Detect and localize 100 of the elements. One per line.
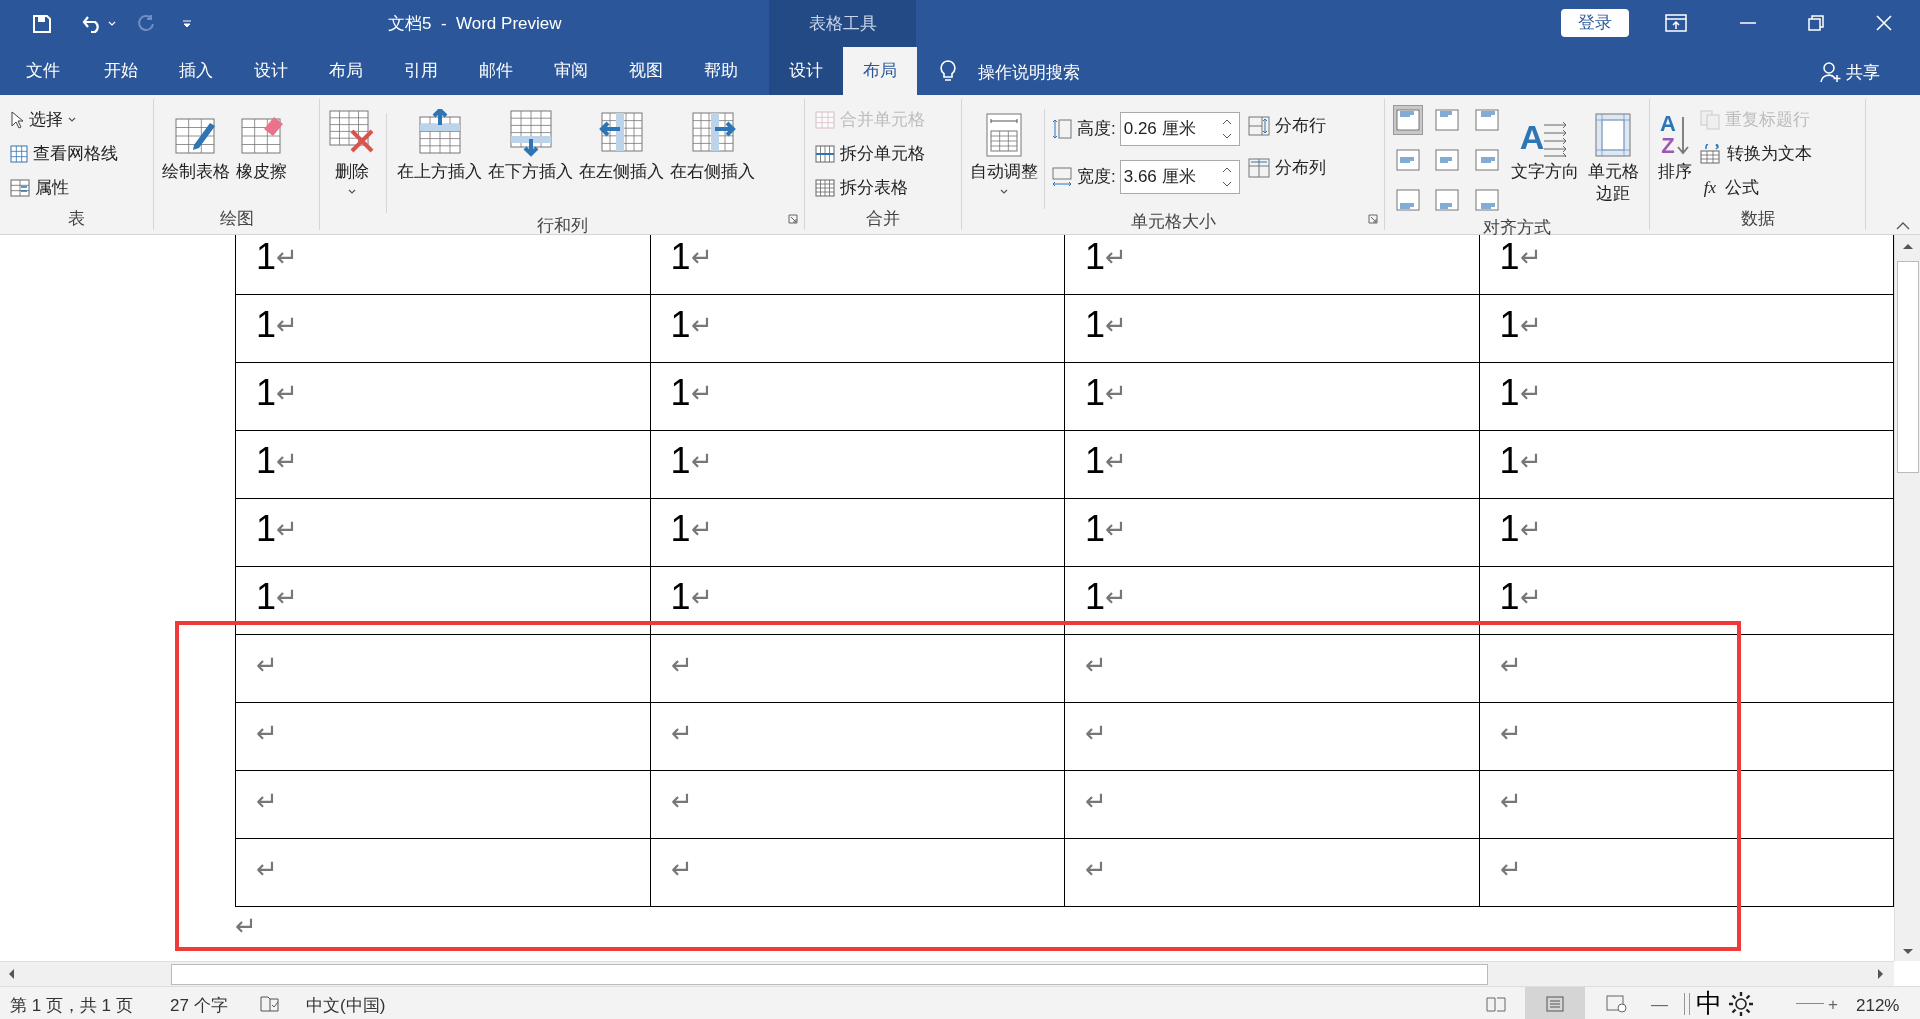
- zoom-in-button[interactable]: +: [1828, 992, 1838, 1018]
- table-cell[interactable]: 1↵: [235, 235, 650, 295]
- page-count[interactable]: 第 1 页，共 1 页: [10, 993, 133, 1019]
- scrollbar-thumb[interactable]: [171, 963, 1488, 985]
- table-cell[interactable]: 1↵: [235, 566, 650, 635]
- table-cell[interactable]: ↵: [1479, 634, 1894, 703]
- align-button[interactable]: [1393, 105, 1423, 135]
- table-cell[interactable]: ↵: [235, 702, 650, 771]
- ribbon-tab[interactable]: 插入: [165, 47, 227, 95]
- table-cell[interactable]: 1↵: [650, 294, 1065, 363]
- ribbon-button[interactable]: fx 公式: [1698, 173, 1814, 203]
- restore-icon[interactable]: [1808, 15, 1824, 31]
- ribbon-button[interactable]: 查看网格线: [8, 139, 120, 169]
- spin-field[interactable]: 0.26 厘米: [1119, 112, 1240, 146]
- ribbon-button[interactable]: 分布行: [1245, 111, 1328, 141]
- table-cell[interactable]: ↵: [650, 770, 1065, 839]
- ribbon-button[interactable]: 删除: [328, 101, 376, 195]
- ribbon-button[interactable]: A 文字方向: [1511, 101, 1579, 183]
- ribbon-tab[interactable]: 帮助: [690, 47, 752, 95]
- ribbon-tab[interactable]: 布局: [315, 47, 377, 95]
- table-cell[interactable]: ↵: [650, 838, 1065, 907]
- person-icon[interactable]: [1820, 61, 1842, 83]
- table-cell[interactable]: 1↵: [1479, 235, 1894, 295]
- table-cell[interactable]: 1↵: [235, 430, 650, 499]
- table-cell[interactable]: 1↵: [1064, 235, 1479, 295]
- table-cell[interactable]: 1↵: [235, 498, 650, 567]
- ribbon-tab[interactable]: 开始: [90, 47, 152, 95]
- ribbon-tab[interactable]: 邮件: [465, 47, 527, 95]
- ribbon-button[interactable]: 在上方插入: [397, 101, 482, 183]
- ribbon-button[interactable]: 在左侧插入: [579, 101, 664, 183]
- ribbon-button[interactable]: A Z 排序: [1658, 101, 1692, 183]
- table-cell[interactable]: 1↵: [1479, 430, 1894, 499]
- ribbon-button[interactable]: 绘制表格: [162, 101, 230, 183]
- ribbon-tab[interactable]: 布局: [843, 47, 917, 95]
- table-cell[interactable]: 1↵: [1479, 498, 1894, 567]
- distribute-columns-icon: [1247, 158, 1270, 178]
- table-cell[interactable]: 1↵: [1064, 362, 1479, 431]
- login-button[interactable]: 登录: [1561, 9, 1629, 37]
- table-cell[interactable]: 1↵: [1479, 362, 1894, 431]
- tell-me-search[interactable]: 操作说明搜索: [978, 60, 1080, 86]
- table-cell[interactable]: ↵: [1064, 634, 1479, 703]
- table-cell[interactable]: ↵: [235, 838, 650, 907]
- ribbon-tab[interactable]: 审阅: [540, 47, 602, 95]
- table-cell[interactable]: 1↵: [1064, 498, 1479, 567]
- table-cell[interactable]: 1↵: [650, 235, 1065, 295]
- share-button[interactable]: 共享: [1846, 60, 1880, 86]
- ribbon-button[interactable]: 拆分单元格: [813, 139, 927, 169]
- spin-field[interactable]: 3.66 厘米: [1119, 160, 1240, 194]
- save-icon[interactable]: [32, 13, 52, 34]
- vertical-scrollbar[interactable]: [1894, 235, 1920, 961]
- table-cell[interactable]: 1↵: [1479, 294, 1894, 363]
- table-cell[interactable]: ↵: [1479, 770, 1894, 839]
- customize-icon[interactable]: [182, 19, 192, 28]
- table-cell[interactable]: ↵: [1064, 702, 1479, 771]
- zoom-out-button[interactable]: —: [1651, 992, 1668, 1018]
- scrollbar-thumb[interactable]: [1896, 261, 1919, 473]
- table-cell[interactable]: 1↵: [1064, 430, 1479, 499]
- table-cell[interactable]: ↵: [235, 634, 650, 703]
- ribbon-tab[interactable]: 文件: [12, 47, 74, 95]
- ribbon-button[interactable]: 橡皮擦: [236, 101, 287, 183]
- table-cell[interactable]: ↵: [650, 702, 1065, 771]
- ribbon-tab[interactable]: 视图: [615, 47, 677, 95]
- table-cell[interactable]: ↵: [1479, 838, 1894, 907]
- zoom-level[interactable]: 212%: [1856, 993, 1900, 1019]
- ribbon-button[interactable]: 分布列: [1245, 153, 1328, 183]
- ribbon-button[interactable]: 在下方插入: [488, 101, 573, 183]
- table-cell[interactable]: 1↵: [235, 362, 650, 431]
- redo-icon: [136, 13, 156, 34]
- ribbon-tab[interactable]: 设计: [769, 47, 843, 95]
- ribbon-button[interactable]: 转换为文本: [1698, 139, 1814, 169]
- table-cell[interactable]: 1↵: [650, 498, 1065, 567]
- horizontal-scrollbar[interactable]: [0, 961, 1894, 986]
- table-cell[interactable]: 1↵: [650, 362, 1065, 431]
- ribbon-button[interactable]: 属性: [8, 173, 120, 203]
- word-count[interactable]: 27 个字: [170, 993, 228, 1019]
- table-cell[interactable]: 1↵: [235, 294, 650, 363]
- ribbon-button[interactable]: 选择: [8, 105, 120, 135]
- table-cell[interactable]: 1↵: [1479, 566, 1894, 635]
- ribbon-button[interactable]: 在右侧插入: [670, 101, 755, 183]
- table-cell[interactable]: 1↵: [650, 566, 1065, 635]
- web-layout-icon: [1606, 995, 1628, 1013]
- table-cell[interactable]: ↵: [1064, 770, 1479, 839]
- ribbon-button[interactable]: 拆分表格: [813, 173, 927, 203]
- ime-mode[interactable]: 中: [1696, 984, 1722, 1019]
- ribbon-tab[interactable]: 设计: [240, 47, 302, 95]
- table-cell[interactable]: ↵: [1064, 838, 1479, 907]
- table-cell[interactable]: ↵: [235, 770, 650, 839]
- ribbon-tab[interactable]: 引用: [390, 47, 452, 95]
- ribbon-button[interactable]: 单元格边距: [1585, 101, 1641, 205]
- caret-icon[interactable]: [108, 20, 116, 27]
- table-cell[interactable]: 1↵: [650, 430, 1065, 499]
- table-cell[interactable]: ↵: [1479, 702, 1894, 771]
- table-cell[interactable]: 1↵: [1064, 294, 1479, 363]
- language[interactable]: 中文(中国): [306, 993, 386, 1019]
- print-layout-button[interactable]: [1525, 987, 1585, 1019]
- ribbon-button[interactable]: 自动调整: [970, 101, 1038, 195]
- table-cell[interactable]: ↵: [650, 634, 1065, 703]
- table-cell[interactable]: 1↵: [1064, 566, 1479, 635]
- close-icon[interactable]: [1876, 15, 1892, 31]
- ribbon-display-icon[interactable]: [1665, 14, 1687, 32]
